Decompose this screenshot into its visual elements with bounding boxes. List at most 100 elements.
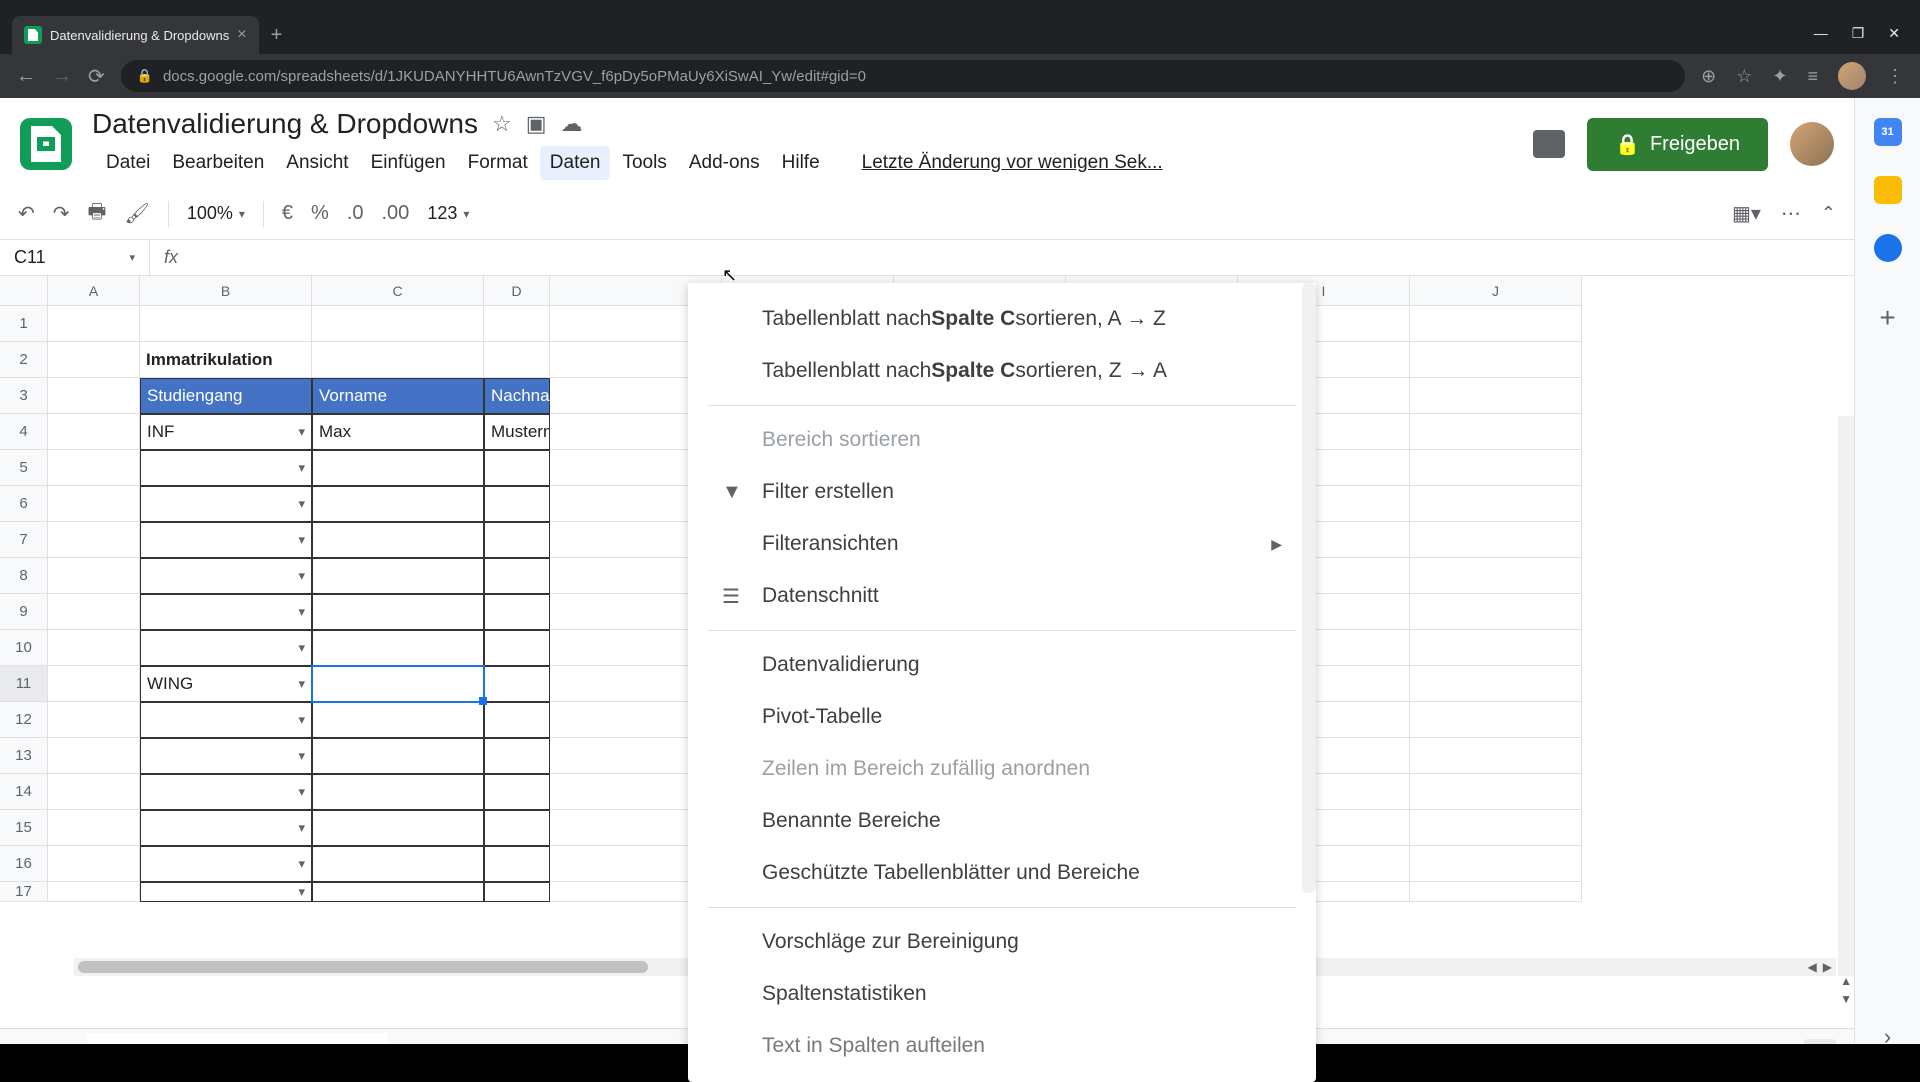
sheets-logo-icon[interactable] <box>20 118 72 170</box>
row-header[interactable]: 15 <box>0 810 48 846</box>
menu-datei[interactable]: Datei <box>96 146 160 180</box>
dropdown-cell[interactable] <box>140 486 312 522</box>
keep-icon[interactable] <box>1874 176 1902 204</box>
row-header[interactable]: 5 <box>0 450 48 486</box>
menu-sort-az[interactable]: Tabellenblatt nach Spalte C sortieren, A… <box>688 293 1316 345</box>
table-header[interactable]: Vorname <box>312 378 484 414</box>
window-maximize-icon[interactable]: ❐ <box>1852 25 1865 42</box>
dropdown-cell[interactable] <box>140 774 312 810</box>
menu-pivot-table[interactable]: Pivot-Tabelle <box>688 691 1316 743</box>
undo-button[interactable]: ↶ <box>18 201 35 226</box>
row-header[interactable]: 2 <box>0 342 48 378</box>
profile-avatar-icon[interactable] <box>1838 62 1866 90</box>
menu-sort-za[interactable]: Tabellenblatt nach Spalte C sortieren, Z… <box>688 345 1316 397</box>
window-minimize-icon[interactable]: — <box>1814 25 1828 42</box>
row-header[interactable]: 8 <box>0 558 48 594</box>
row-header[interactable]: 17 <box>0 882 48 902</box>
menu-create-filter[interactable]: ▼Filter erstellen <box>688 466 1316 518</box>
tab-close-icon[interactable]: × <box>237 26 246 44</box>
new-tab-button[interactable]: + <box>259 16 295 55</box>
col-header[interactable]: A <box>48 276 140 306</box>
dropdown-cell[interactable]: INF <box>140 414 312 450</box>
menu-bearbeiten[interactable]: Bearbeiten <box>162 146 274 180</box>
share-button[interactable]: Freigeben <box>1587 118 1768 171</box>
more-toolbar-icon[interactable]: ⋯ <box>1781 201 1801 226</box>
calendar-icon[interactable] <box>1874 118 1902 146</box>
dropdown-cell[interactable] <box>140 630 312 666</box>
last-edit-link[interactable]: Letzte Änderung vor wenigen Sek... <box>852 146 1173 180</box>
col-header[interactable]: D <box>484 276 550 306</box>
zoom-icon[interactable]: ⊕ <box>1701 66 1716 87</box>
comments-icon[interactable] <box>1533 130 1565 158</box>
menu-tools[interactable]: Tools <box>612 146 676 180</box>
scroll-right-icon[interactable]: ▶ <box>1823 960 1832 974</box>
row-header[interactable]: 16 <box>0 846 48 882</box>
browser-tab[interactable]: Datenvalidierung & Dropdowns × <box>12 16 259 54</box>
table-header[interactable]: Nachname <box>484 378 550 414</box>
row-header[interactable]: 12 <box>0 702 48 738</box>
menu-hilfe[interactable]: Hilfe <box>772 146 830 180</box>
url-input[interactable]: 🔒 docs.google.com/spreadsheets/d/1JKUDAN… <box>121 60 1685 92</box>
paint-format-button[interactable]: 🖌 <box>124 201 149 226</box>
menu-cleanup[interactable]: Vorschläge zur Bereinigung <box>688 916 1316 968</box>
back-button[interactable]: ← <box>16 65 36 88</box>
extensions-icon[interactable]: ✦ <box>1772 66 1787 87</box>
dropdown-cell[interactable] <box>140 882 312 902</box>
reload-button[interactable]: ⟳ <box>88 64 105 89</box>
menu-filter-views[interactable]: Filteransichten▶ <box>688 518 1316 570</box>
select-all-corner[interactable] <box>0 276 48 306</box>
cloud-status-icon[interactable]: ☁ <box>561 111 583 137</box>
dropdown-cell[interactable] <box>140 846 312 882</box>
zoom-select[interactable]: 100% <box>187 203 245 224</box>
dropdown-cell[interactable] <box>140 738 312 774</box>
menu-format[interactable]: Format <box>458 146 538 180</box>
dropdown-cell[interactable] <box>140 558 312 594</box>
forward-button[interactable]: → <box>52 65 72 88</box>
vertical-scrollbar[interactable] <box>1838 416 1854 976</box>
dropdown-cell[interactable]: WING <box>140 666 312 702</box>
percent-button[interactable]: % <box>311 202 329 225</box>
col-header[interactable]: B <box>140 276 312 306</box>
row-header[interactable]: 14 <box>0 774 48 810</box>
dropdown-cell[interactable] <box>140 594 312 630</box>
menu-data-validation[interactable]: Datenvalidierung <box>688 639 1316 691</box>
number-format-select[interactable]: 123 <box>427 203 469 224</box>
collapse-toolbar-icon[interactable]: ⌃ <box>1821 203 1836 224</box>
star-icon[interactable]: ☆ <box>492 111 512 137</box>
table-cell[interactable]: Mustermann <box>484 414 550 450</box>
col-header[interactable]: C <box>312 276 484 306</box>
move-icon[interactable]: ▣ <box>526 111 547 137</box>
row-header[interactable]: 1 <box>0 306 48 342</box>
insert-chart-button[interactable]: ▦▾ <box>1732 201 1761 226</box>
menu-slicer[interactable]: ☰Datenschnitt <box>688 570 1316 622</box>
decrease-decimal-button[interactable]: .0 <box>347 202 364 225</box>
currency-button[interactable]: € <box>282 202 293 225</box>
menu-split-text[interactable]: Text in Spalten aufteilen <box>688 1020 1316 1072</box>
menu-einfuegen[interactable]: Einfügen <box>361 146 456 180</box>
selected-cell[interactable] <box>312 666 484 702</box>
menu-named-ranges[interactable]: Benannte Bereiche <box>688 795 1316 847</box>
scroll-left-icon[interactable]: ◀ <box>1808 960 1817 974</box>
browser-menu-icon[interactable]: ⋮ <box>1886 66 1904 87</box>
row-header[interactable]: 6 <box>0 486 48 522</box>
row-header[interactable]: 10 <box>0 630 48 666</box>
bookmark-icon[interactable]: ☆ <box>1736 66 1752 87</box>
window-close-icon[interactable]: ✕ <box>1888 25 1900 42</box>
menu-column-stats[interactable]: Spaltenstatistiken <box>688 968 1316 1020</box>
print-button[interactable]: 🖶 <box>88 197 107 231</box>
dropdown-cell[interactable] <box>140 810 312 846</box>
row-header[interactable]: 13 <box>0 738 48 774</box>
dropdown-cell[interactable] <box>140 702 312 738</box>
playlist-icon[interactable]: ≡ <box>1807 66 1818 87</box>
row-header[interactable]: 7 <box>0 522 48 558</box>
dropdown-cell[interactable] <box>140 522 312 558</box>
menu-ansicht[interactable]: Ansicht <box>276 146 358 180</box>
dropdown-cell[interactable] <box>140 450 312 486</box>
account-avatar[interactable] <box>1790 122 1834 166</box>
increase-decimal-button[interactable]: .00 <box>382 202 410 225</box>
row-header[interactable]: 3 <box>0 378 48 414</box>
menu-protected[interactable]: Geschützte Tabellenblätter und Bereiche <box>688 847 1316 899</box>
scroll-up-icon[interactable]: ▲ <box>1840 974 1852 988</box>
name-box[interactable]: C11 <box>0 240 150 275</box>
menu-addons[interactable]: Add-ons <box>679 146 770 180</box>
